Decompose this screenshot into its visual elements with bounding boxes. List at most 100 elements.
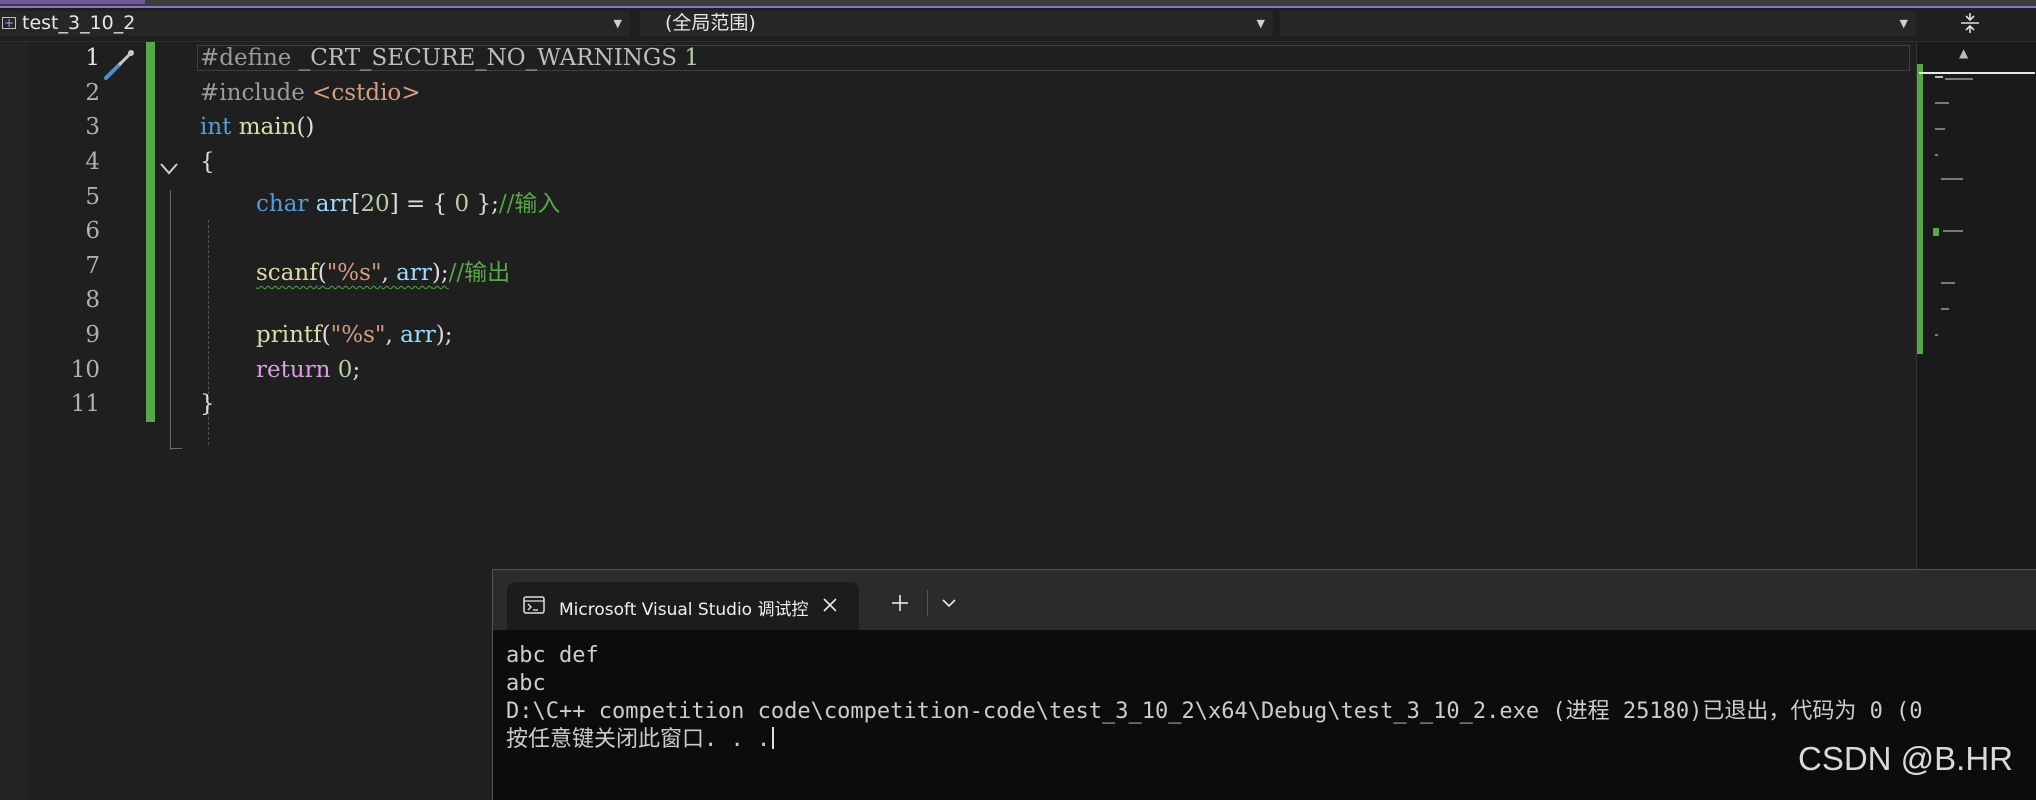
punctuation: ); xyxy=(431,260,449,286)
code-line-2[interactable]: #include <cstdio> xyxy=(200,80,421,106)
console-tab-bar: Microsoft Visual Studio 调试控 xyxy=(493,570,2036,630)
visual-studio-window: test_3_10_2 ▼ (全局范围) ▼ ▼ 1 2 3 4 xyxy=(0,0,2036,800)
punctuation: ( xyxy=(317,260,327,286)
minimap-line xyxy=(1941,308,1949,310)
line-number: 1 xyxy=(85,45,100,71)
brace: } xyxy=(200,391,215,417)
code-line-4[interactable]: { xyxy=(200,149,215,175)
punctuation: }; xyxy=(469,191,499,217)
scope-dropdown[interactable]: (全局范围) ▼ xyxy=(640,11,1273,36)
function-name: scanf xyxy=(256,260,318,286)
document-tab-stub[interactable] xyxy=(0,0,145,4)
comment: //输入 xyxy=(498,191,561,217)
project-dropdown-label: test_3_10_2 xyxy=(22,12,136,34)
watermark: CSDN @B.HR xyxy=(1798,740,2014,777)
chevron-down-icon: ▼ xyxy=(1256,17,1265,30)
variable-name: arr xyxy=(315,191,352,217)
comment: //输出 xyxy=(448,260,511,286)
code-line-7[interactable]: scanf("%s", arr);//输出 xyxy=(256,253,510,287)
punctuation: ] = { xyxy=(389,191,455,217)
code-line-1[interactable]: #define _CRT_SECURE_NO_WARNINGS 1 xyxy=(200,45,699,71)
chevron-down-icon[interactable] xyxy=(941,598,957,608)
console-tab-title: Microsoft Visual Studio 调试控 xyxy=(559,600,809,620)
include-header: <cstdio> xyxy=(312,80,421,106)
terminal-icon xyxy=(523,596,545,614)
minimap-marker xyxy=(1933,228,1939,236)
line-number: 10 xyxy=(70,357,100,383)
console-output-line: abc def xyxy=(506,643,599,668)
minimap-line xyxy=(1943,230,1963,232)
change-tracking-bar xyxy=(146,42,155,422)
line-number: 8 xyxy=(85,287,100,313)
line-number: 9 xyxy=(85,322,100,348)
string-literal: "%s" xyxy=(326,260,382,286)
project-dropdown[interactable]: test_3_10_2 ▼ xyxy=(0,11,630,36)
console-output-line: abc xyxy=(506,671,546,696)
console-prompt-line: 按任意键关闭此窗口. . . xyxy=(506,726,1923,754)
minimap-line xyxy=(1935,76,1943,78)
minimap-line xyxy=(1941,282,1955,284)
number-literal: 20 xyxy=(360,191,390,217)
minimap-line xyxy=(1935,128,1945,130)
keyword: int xyxy=(200,114,232,140)
number-literal: 0 xyxy=(337,357,353,383)
function-name: main xyxy=(238,114,297,140)
punctuation: ( xyxy=(321,322,331,348)
collapse-chevron-icon[interactable] xyxy=(158,160,180,178)
minimap-line xyxy=(1945,78,1973,80)
line-number: 4 xyxy=(85,149,100,175)
code-line-3[interactable]: int main() xyxy=(200,114,314,140)
scope-dropdown-label: (全局范围) xyxy=(665,12,756,34)
selection-margin[interactable] xyxy=(0,42,28,800)
fold-guide-line xyxy=(170,190,173,450)
minimap-line xyxy=(1935,102,1949,104)
navigation-bar: test_3_10_2 ▼ (全局范围) ▼ ▼ xyxy=(0,8,2036,42)
console-output[interactable]: abc def abc D:\C++ competition code\comp… xyxy=(506,642,1923,754)
punctuation: ); xyxy=(435,322,453,348)
plus-icon[interactable] xyxy=(891,594,909,612)
title-accent-strip xyxy=(0,0,2036,8)
console-tab[interactable]: Microsoft Visual Studio 调试控 xyxy=(507,582,859,630)
split-editor-button[interactable] xyxy=(1940,12,2000,36)
close-icon[interactable] xyxy=(821,596,839,614)
line-number: 3 xyxy=(85,114,100,140)
control-keyword: return xyxy=(256,357,331,383)
line-number: 6 xyxy=(85,218,100,244)
member-dropdown[interactable]: ▼ xyxy=(1280,11,1916,36)
line-number: 2 xyxy=(85,80,100,106)
minimap-line xyxy=(1941,178,1963,180)
minimap-line xyxy=(1935,154,1938,156)
line-number: 7 xyxy=(85,253,100,279)
fold-guide-end xyxy=(170,448,182,451)
punctuation: , xyxy=(381,260,397,286)
number-literal: 1 xyxy=(684,45,699,71)
tab-separator xyxy=(927,590,928,616)
overview-scrollbar[interactable]: ▲ xyxy=(1916,42,2036,572)
code-line-9[interactable]: printf("%s", arr); xyxy=(256,322,453,348)
code-line-10[interactable]: return 0; xyxy=(256,357,360,383)
minimap-line xyxy=(1935,334,1938,336)
number-literal: 0 xyxy=(454,191,470,217)
quick-actions-screwdriver-icon[interactable] xyxy=(100,46,138,84)
cpp-project-icon xyxy=(2,11,16,36)
chevron-down-icon: ▼ xyxy=(613,17,622,30)
punctuation: () xyxy=(296,114,315,140)
keyword: char xyxy=(256,191,309,217)
line-number: 5 xyxy=(85,184,100,210)
string-literal: "%s" xyxy=(330,322,386,348)
function-name: printf xyxy=(256,322,322,348)
preprocessor-directive: #define xyxy=(200,45,292,71)
console-output-line: D:\C++ competition code\competition-code… xyxy=(506,699,1923,724)
code-line-5[interactable]: char arr[20] = { 0 };//输入 xyxy=(256,184,560,218)
punctuation: , xyxy=(385,322,401,348)
brace: { xyxy=(200,149,215,175)
code-line-11[interactable]: } xyxy=(200,391,215,417)
preprocessor-directive: #include xyxy=(200,80,305,106)
text-cursor xyxy=(772,727,775,749)
scroll-up-arrow-icon[interactable]: ▲ xyxy=(1959,46,1968,60)
console-prompt-text: 按任意键关闭此窗口. . . xyxy=(506,727,771,752)
line-number: 11 xyxy=(70,391,100,417)
variable-name: arr xyxy=(396,260,432,286)
chevron-down-icon: ▼ xyxy=(1899,17,1908,30)
split-window-icon xyxy=(1961,13,1979,33)
